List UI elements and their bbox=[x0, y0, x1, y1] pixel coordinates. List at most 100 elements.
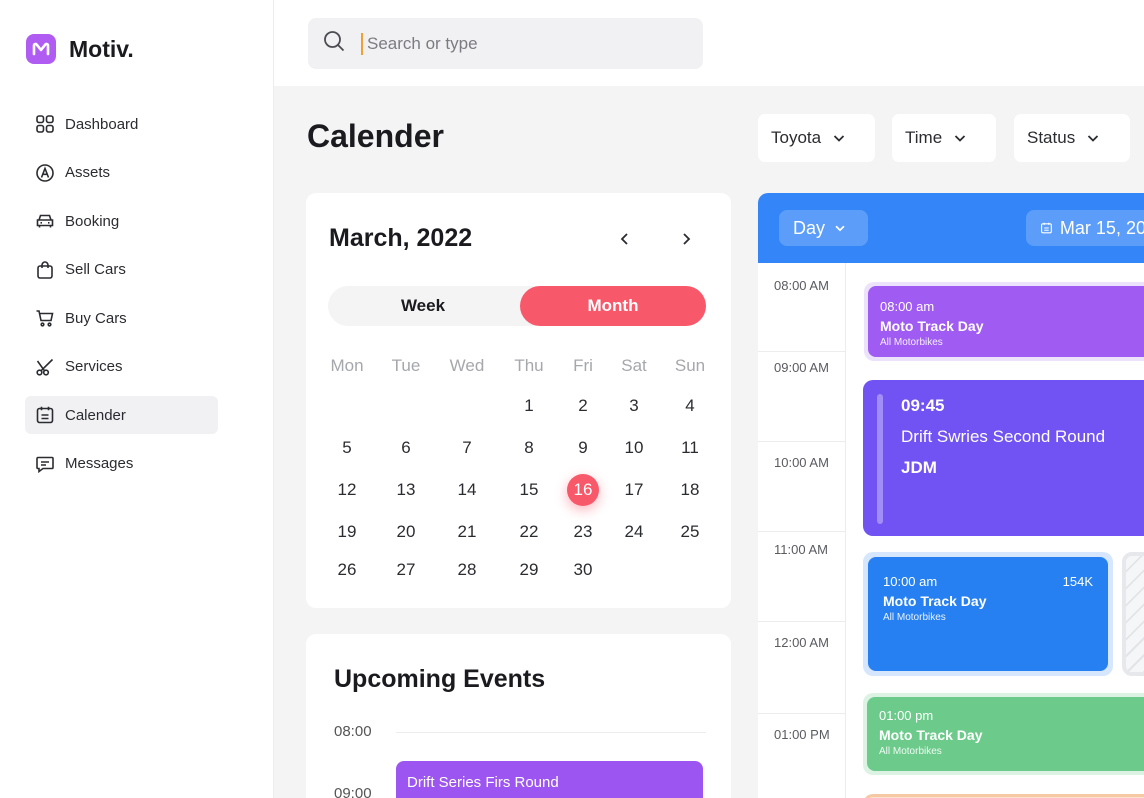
filter-label: Time bbox=[905, 128, 943, 147]
schedule-event[interactable]: 10:00 am 154K Moto Track Day All Motorbi… bbox=[863, 552, 1113, 676]
page-title: Calender bbox=[307, 118, 444, 154]
brand-name: Motiv. bbox=[69, 35, 134, 62]
search-box[interactable] bbox=[308, 18, 703, 69]
sidebar-item-booking[interactable]: Booking bbox=[25, 202, 218, 240]
upcoming-time-label: 08:00 bbox=[334, 723, 372, 740]
top-bar bbox=[274, 0, 1144, 86]
hour-divider bbox=[758, 713, 846, 714]
placeholder-event[interactable] bbox=[1122, 552, 1144, 676]
sidebar-item-sell-cars[interactable]: Sell Cars bbox=[25, 251, 218, 289]
motiv-logo-icon bbox=[26, 34, 56, 64]
week-toggle-button[interactable]: Week bbox=[328, 286, 518, 326]
time-column: 08:00 AM 09:00 AM 10:00 AM 11:00 AM 12:0… bbox=[758, 263, 846, 798]
calendar-day[interactable]: 3 bbox=[614, 390, 654, 422]
date-picker-button[interactable]: Mar 15, 2022 bbox=[1026, 210, 1144, 246]
event-title: Drift Swries Second Round bbox=[901, 427, 1106, 446]
schedule-event[interactable]: 01:00 pm Moto Track Day All Motorbikes bbox=[863, 693, 1144, 775]
calendar-day[interactable]: 4 bbox=[670, 390, 710, 422]
calendar-day[interactable]: 19 bbox=[327, 516, 367, 548]
chevron-down-icon bbox=[955, 135, 966, 142]
filter-time-dropdown[interactable]: Time bbox=[892, 114, 996, 162]
weekday-label: Tue bbox=[391, 356, 421, 375]
view-select-dropdown[interactable]: Day bbox=[779, 210, 868, 246]
sidebar-item-services[interactable]: Services bbox=[25, 348, 218, 386]
calendar-day[interactable]: 17 bbox=[614, 474, 654, 506]
weekday-label: Thu bbox=[514, 356, 544, 375]
sidebar: Motiv. Dashboard Assets Booking Sell Car… bbox=[0, 0, 274, 798]
calendar-day[interactable]: 2 bbox=[563, 390, 603, 422]
sidebar-item-label: Dashboard bbox=[65, 115, 139, 133]
filter-toyota-dropdown[interactable]: Toyota bbox=[758, 114, 875, 162]
sidebar-item-dashboard[interactable]: Dashboard bbox=[25, 105, 218, 143]
calendar-day[interactable]: 7 bbox=[447, 432, 487, 464]
calendar-day[interactable]: 1 bbox=[509, 390, 549, 422]
calendar-icon bbox=[35, 405, 55, 425]
mini-calendar: March, 2022 Week Month Mon Tue Wed Thu Fri Sa… bbox=[306, 193, 731, 608]
time-label: 01:00 PM bbox=[774, 727, 830, 742]
sidebar-item-calender[interactable]: Calender bbox=[25, 396, 218, 434]
calendar-day[interactable]: 25 bbox=[670, 516, 710, 548]
calendar-day[interactable]: 10 bbox=[614, 432, 654, 464]
date-label: Mar 15, 2022 bbox=[1059, 217, 1144, 238]
sidebar-item-buy-cars[interactable]: Buy Cars bbox=[25, 299, 218, 337]
hour-divider bbox=[758, 531, 846, 532]
cart-icon bbox=[35, 308, 55, 328]
calendar-day[interactable]: 29 bbox=[509, 554, 549, 586]
calendar-day[interactable]: 12 bbox=[327, 474, 367, 506]
schedule-event-featured[interactable]: 09:45 Drift Swries Second Round JDM bbox=[863, 380, 1144, 536]
calendar-day[interactable]: 8 bbox=[509, 432, 549, 464]
schedule-event-partial[interactable] bbox=[863, 794, 1144, 798]
calendar-day-today[interactable]: 16 bbox=[567, 474, 599, 506]
chevron-left-icon[interactable] bbox=[615, 229, 635, 249]
chevron-right-icon[interactable] bbox=[676, 229, 696, 249]
sidebar-item-label: Assets bbox=[65, 164, 111, 181]
event-title: Moto Track Day bbox=[880, 318, 984, 334]
search-input[interactable] bbox=[367, 33, 667, 54]
calendar-day[interactable]: 14 bbox=[447, 474, 487, 506]
sidebar-item-messages[interactable]: Messages bbox=[25, 445, 218, 483]
calendar-day[interactable]: 9 bbox=[563, 432, 603, 464]
calendar-day[interactable]: 20 bbox=[386, 516, 426, 548]
message-icon bbox=[35, 454, 55, 474]
calendar-day[interactable]: 23 bbox=[563, 516, 603, 548]
calendar-day[interactable]: 15 bbox=[509, 474, 549, 506]
upcoming-event[interactable]: Drift Series Firs Round bbox=[396, 761, 703, 798]
chevron-down-icon bbox=[1088, 135, 1099, 142]
event-title: Drift Series Firs Round bbox=[407, 774, 559, 791]
calendar-day[interactable]: 11 bbox=[670, 432, 710, 464]
calendar-day[interactable]: 28 bbox=[447, 554, 487, 586]
weekday-label: Wed bbox=[449, 356, 485, 375]
view-label: Day bbox=[793, 217, 826, 238]
assets-icon bbox=[35, 163, 55, 183]
sidebar-item-label: Messages bbox=[65, 455, 134, 472]
calendar-day[interactable]: 5 bbox=[327, 432, 367, 464]
time-label: 09:00 AM bbox=[774, 360, 829, 375]
car-icon bbox=[35, 211, 55, 231]
weekday-label: Sat bbox=[621, 356, 647, 375]
calendar-day[interactable]: 22 bbox=[509, 516, 549, 548]
calendar-day[interactable]: 30 bbox=[563, 554, 603, 586]
timeline-divider bbox=[396, 732, 706, 733]
calendar-day[interactable]: 13 bbox=[386, 474, 426, 506]
event-card: 01:00 pm Moto Track Day All Motorbikes bbox=[867, 697, 1144, 771]
calendar-day[interactable]: 24 bbox=[614, 516, 654, 548]
weekday-label: Sun bbox=[674, 356, 706, 375]
chevron-down-icon bbox=[835, 225, 845, 232]
event-card: 08:00 am Moto Track Day All Motorbikes bbox=[868, 286, 1144, 357]
month-toggle-button[interactable]: Month bbox=[520, 286, 706, 326]
brand-logo[interactable]: Motiv. bbox=[26, 34, 134, 64]
calendar-day[interactable]: 27 bbox=[386, 554, 426, 586]
calendar-day[interactable]: 18 bbox=[670, 474, 710, 506]
sidebar-item-assets[interactable]: Assets bbox=[25, 154, 218, 192]
calendar-day[interactable]: 21 bbox=[447, 516, 487, 548]
event-time: 08:00 am bbox=[880, 299, 935, 314]
calendar-day[interactable]: 6 bbox=[386, 432, 426, 464]
calendar-icon bbox=[1041, 222, 1052, 234]
filter-status-dropdown[interactable]: Status bbox=[1014, 114, 1130, 162]
event-subtitle: All Motorbikes bbox=[880, 337, 943, 348]
event-card: 10:00 am 154K Moto Track Day All Motorbi… bbox=[868, 557, 1108, 671]
schedule-event[interactable]: 08:00 am Moto Track Day All Motorbikes bbox=[864, 282, 1144, 361]
day-schedule: Day Mar 15, 2022 08:00 AM 09:00 AM 10:00… bbox=[758, 193, 1144, 798]
event-time: 10:00 am bbox=[883, 574, 938, 589]
calendar-day[interactable]: 26 bbox=[327, 554, 367, 586]
